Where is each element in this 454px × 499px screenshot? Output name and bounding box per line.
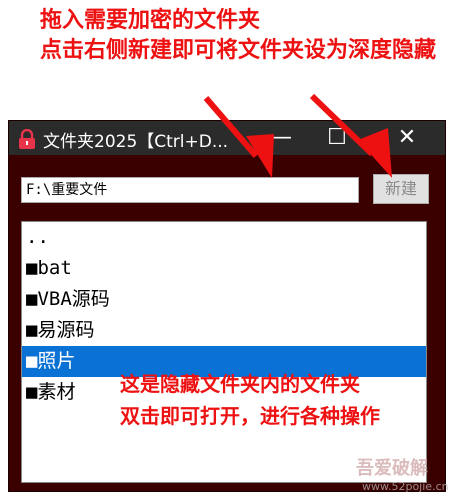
annotation-bottom-line-2: 双击即可打开，进行各种操作	[120, 404, 380, 428]
new-button[interactable]: 新建	[373, 174, 429, 204]
annotation-bottom: 这是隐藏文件夹内的文件夹 双击即可打开，进行各种操作	[120, 368, 445, 432]
list-item-bat[interactable]: ■bat	[22, 253, 426, 284]
watermark-url: www.52pojie.cn	[362, 480, 449, 493]
minimize-button[interactable]: —	[259, 121, 303, 155]
maximize-button[interactable]: ☐	[315, 121, 359, 155]
annotation-top-line-1: 拖入需要加密的文件夹	[40, 8, 261, 33]
folder-path-input[interactable]: F:\重要文件	[21, 177, 359, 203]
list-item-e-source[interactable]: ■易源码	[22, 315, 426, 346]
annotation-top-line-2: 点击右侧新建即可将文件夹设为深度隐藏	[40, 38, 437, 63]
list-item-vba-source[interactable]: ■VBA源码	[22, 284, 426, 315]
annotation-top: 拖入需要加密的文件夹 点击右侧新建即可将文件夹设为深度隐藏	[40, 6, 450, 66]
window-title: 文件夹2025【Ctrl+D...	[43, 132, 229, 152]
watermark-logo: 吾爱破解 www.52pojie.cn	[328, 452, 452, 498]
watermark-site-name: 吾爱破解	[356, 458, 428, 479]
list-item-parent[interactable]: ..	[22, 222, 426, 253]
annotation-bottom-line-1: 这是隐藏文件夹内的文件夹	[120, 372, 360, 396]
lock-icon	[19, 129, 35, 149]
close-button[interactable]: ✕	[385, 121, 429, 155]
folder-list[interactable]: .. ■bat ■VBA源码 ■易源码 ■照片 ■素材	[21, 221, 427, 483]
title-bar[interactable]: 文件夹2025【Ctrl+D... — ☐ ✕	[9, 121, 445, 155]
app-window: 文件夹2025【Ctrl+D... — ☐ ✕ F:\重要文件 新建 .. ■b…	[8, 120, 446, 492]
